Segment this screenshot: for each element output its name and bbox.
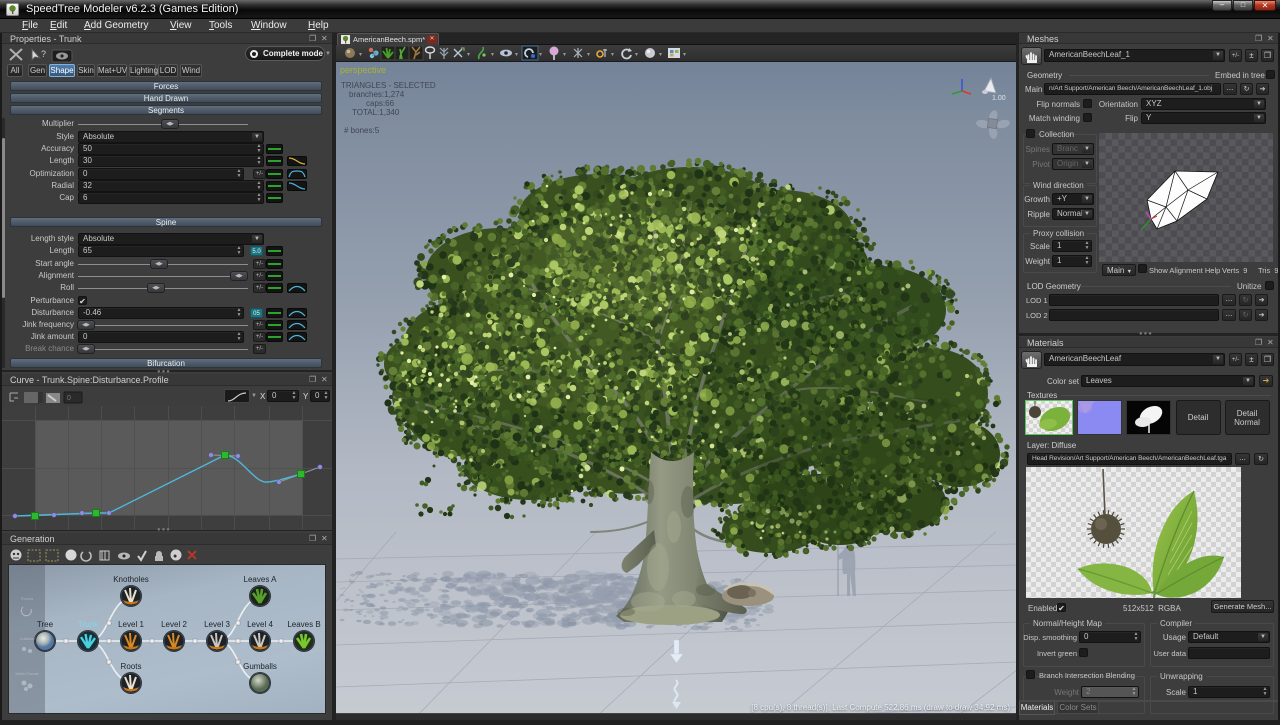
svg-text:▾: ▾	[359, 52, 362, 58]
svg-text:▾: ▾	[539, 52, 542, 58]
svg-text:Leaves A: Leaves A	[244, 575, 278, 584]
svg-text:Level 3: Level 3	[204, 620, 230, 629]
svg-text:▾: ▾	[683, 52, 686, 58]
svg-text:▾: ▾	[467, 52, 470, 58]
svg-text:▾: ▾	[563, 52, 566, 58]
svg-text:▾: ▾	[491, 52, 494, 58]
svg-text:?: ?	[41, 49, 46, 59]
svg-text:0: 0	[67, 395, 71, 402]
svg-text:▾: ▾	[587, 52, 590, 58]
svg-text:▾: ▾	[611, 52, 614, 58]
svg-text:Tree: Tree	[37, 620, 54, 629]
svg-text:Level 1: Level 1	[118, 620, 144, 629]
svg-text:Forces: Forces	[21, 596, 33, 601]
svg-text:●: ●	[173, 553, 177, 560]
svg-text:Mesh Forces: Mesh Forces	[15, 671, 38, 676]
svg-text:Knotholes: Knotholes	[113, 575, 149, 584]
svg-text:▾: ▾	[515, 52, 518, 58]
svg-text:▾: ▾	[659, 52, 662, 58]
svg-text:Gumballs: Gumballs	[243, 662, 277, 671]
svg-text:Level 2: Level 2	[161, 620, 187, 629]
svg-text:Collision: Collision	[19, 636, 34, 641]
svg-text:Trunk: Trunk	[78, 620, 99, 629]
svg-text:Level 4: Level 4	[247, 620, 273, 629]
svg-text:Leaves B: Leaves B	[287, 620, 320, 629]
svg-text:▾: ▾	[635, 52, 638, 58]
svg-text:Roots: Roots	[121, 662, 142, 671]
